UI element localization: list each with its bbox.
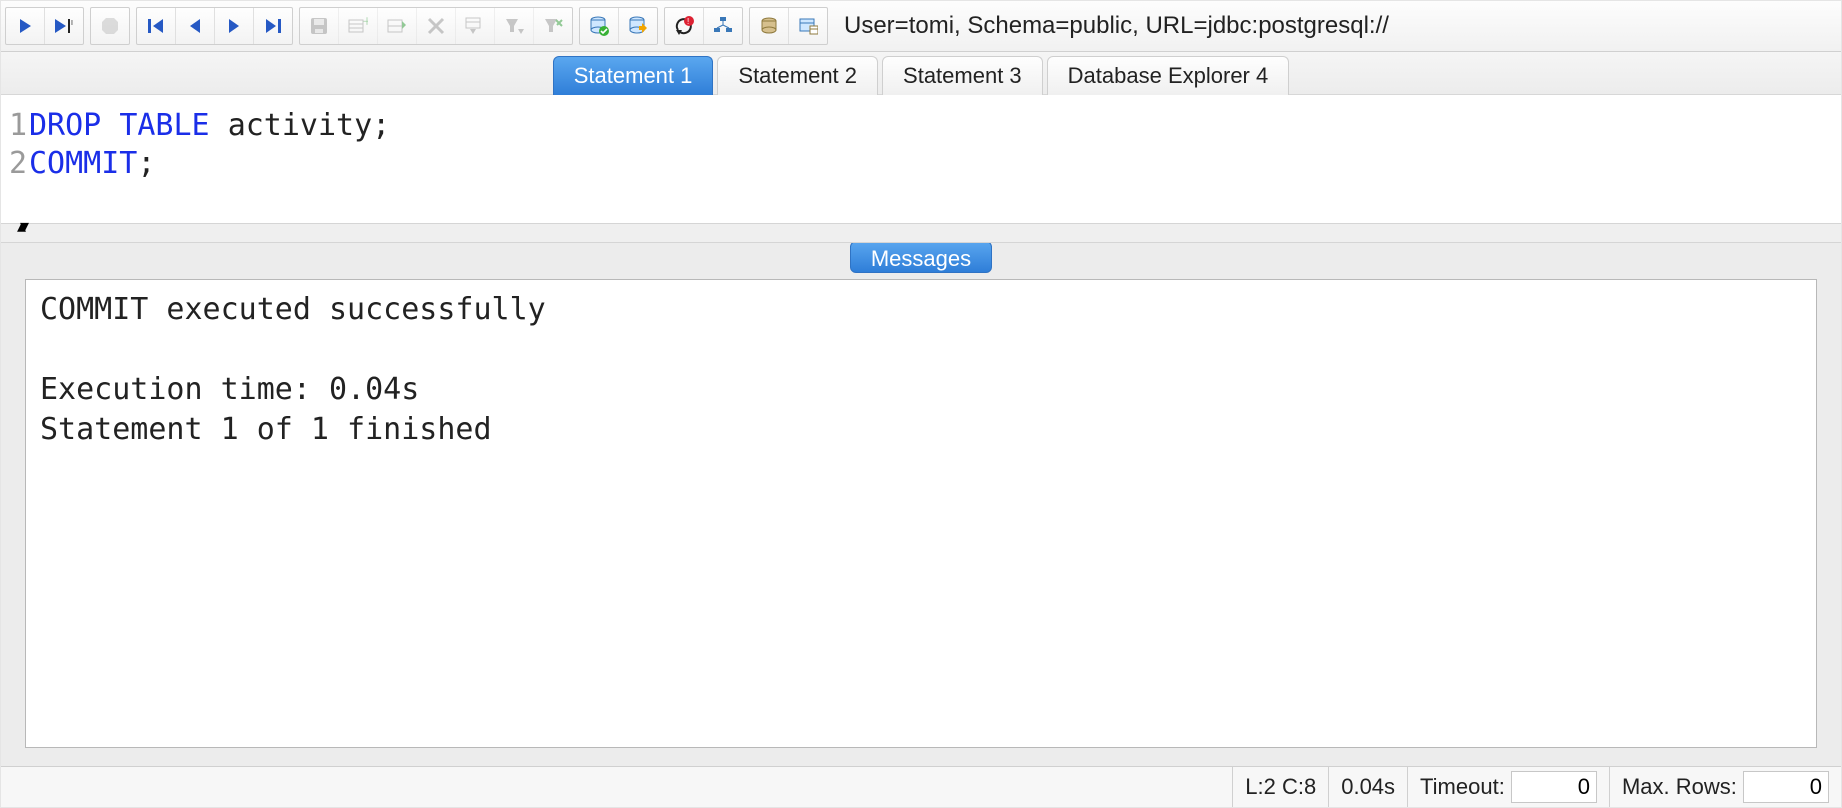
timeout-input[interactable] [1511, 771, 1597, 803]
maxrows-input[interactable] [1743, 771, 1829, 803]
code-text[interactable]: DROP TABLE activity; [29, 107, 390, 145]
explain-plan-button[interactable] [704, 8, 742, 44]
svg-text:＋: ＋ [362, 17, 368, 28]
svg-text:!: ! [687, 17, 689, 26]
status-bar: L:2 C:8 0.04s Timeout: Max. Rows: [1, 766, 1841, 807]
tab-database-explorer-4[interactable]: Database Explorer 4 [1047, 56, 1290, 95]
line-number: 2 [7, 145, 29, 183]
save-button [300, 8, 339, 44]
run-cursor-button[interactable]: I [45, 8, 83, 44]
last-record-button[interactable] [254, 8, 292, 44]
db-tool1-button[interactable] [750, 8, 789, 44]
insert-row-button: ＋ [339, 8, 378, 44]
status-cursor: L:2 C:8 [1232, 767, 1328, 807]
tab-statement-3[interactable]: Statement 3 [882, 56, 1043, 95]
messages-output[interactable]: COMMIT executed successfully Execution t… [25, 279, 1817, 748]
toolbar: I ＋ [1, 1, 1841, 52]
tab-messages[interactable]: Messages [850, 241, 992, 273]
status-timeout: Timeout: [1407, 767, 1609, 807]
filter-select-button [456, 8, 495, 44]
code-line: 1DROP TABLE activity; [7, 107, 1835, 145]
status-exec-time: 0.04s [1328, 767, 1407, 807]
db-tool2-button[interactable] [789, 8, 827, 44]
run-button[interactable] [6, 8, 45, 44]
code-text[interactable]: COMMIT; [29, 145, 155, 183]
sql-editor[interactable]: 1DROP TABLE activity;2COMMIT; [1, 95, 1841, 223]
status-maxrows: Max. Rows: [1609, 767, 1841, 807]
splitter-arrows-icon: ▴▾ [17, 216, 23, 237]
rollback-button[interactable] [619, 8, 657, 44]
first-record-button[interactable] [137, 8, 176, 44]
commit-button[interactable] [580, 8, 619, 44]
editor-tabs: Statement 1Statement 2Statement 3Databas… [1, 52, 1841, 95]
connection-info: User=tomi, Schema=public, URL=jdbc:postg… [844, 12, 1389, 40]
copy-row-button [378, 8, 417, 44]
tab-statement-2[interactable]: Statement 2 [717, 56, 878, 95]
svg-text:I: I [71, 20, 73, 27]
filter-clear-button [534, 8, 572, 44]
results-region: Messages COMMIT executed successfully Ex… [1, 243, 1841, 766]
filter-dropdown-button [495, 8, 534, 44]
maxrows-label: Max. Rows: [1622, 774, 1737, 800]
next-record-button[interactable] [215, 8, 254, 44]
sql-workbench-window: I ＋ [0, 0, 1842, 808]
code-line: 2COMMIT; [7, 145, 1835, 183]
prev-record-button[interactable] [176, 8, 215, 44]
delete-row-button [417, 8, 456, 44]
stop-on-error-button[interactable]: ! [665, 8, 704, 44]
line-number: 1 [7, 107, 29, 145]
tab-statement-1[interactable]: Statement 1 [553, 56, 714, 95]
splitter[interactable]: ▴▾ [1, 223, 1841, 243]
timeout-label: Timeout: [1420, 774, 1505, 800]
stop-button [91, 8, 129, 44]
